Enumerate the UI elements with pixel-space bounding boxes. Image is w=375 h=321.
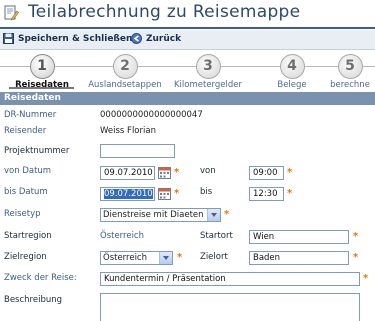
start-region-value: Österreich [100,231,144,241]
travel-type-value: Dienstreise mit Diaeten [103,210,204,220]
start-place-label: Startort [200,231,233,241]
step-number: 4 [279,54,305,79]
save-close-label: Speichern & Schließen [18,33,133,44]
step-label: berechne [330,80,370,90]
save-close-button[interactable]: Speichern & Schließen [3,33,132,44]
back-label: Zurück [146,33,182,44]
chevron-down-icon [207,209,220,221]
target-region-value: Österreich [103,253,147,263]
project-number-label: Projektnummer [4,146,70,156]
traveler-label: Reisender [4,126,47,136]
step-wizard: 1 Reisedaten 2 Auslandsetappen 3 Kilomet… [0,51,375,90]
required-marker: * [287,188,293,199]
section-header: Reisedaten [0,92,375,105]
required-marker: * [224,209,230,220]
step-number: 3 [195,54,221,79]
step-label: Kilometergelder [173,80,243,90]
step-number: 1 [29,54,55,79]
project-number-input[interactable] [100,144,175,158]
from-time-input[interactable]: 09:00 [249,166,284,180]
active-step-indicator [9,87,74,89]
step-label: Auslandsetappen [88,80,162,90]
description-textarea[interactable] [100,293,360,321]
travel-type-label: Reisetyp [4,209,41,219]
step-number: 2 [112,54,138,79]
title-bar: Teilabrechnung zu Reisemappe [0,0,375,27]
back-arrow-icon [131,33,142,44]
to-date-input[interactable]: 09.07.2010 [100,187,155,201]
required-marker: * [353,252,359,263]
to-time-label: bis [200,187,213,197]
target-region-label: Zielregion [4,252,47,262]
toolbar: Speichern & Schließen Zurück [0,30,375,50]
travel-type-select[interactable]: Dienstreise mit Diaeten [100,208,221,222]
edit-document-icon [4,5,19,21]
dr-number-label: DR-Nummer [4,110,57,120]
to-date-value: 09.07.2010 [104,189,153,199]
step-kilometergelder[interactable]: 3 Kilometergelder [168,51,248,90]
trip-purpose-label: Zweck der Reise: [4,273,77,283]
trip-purpose-input[interactable]: Kundentermin / Präsentation [100,272,360,286]
chevron-down-icon [159,252,172,264]
required-marker: * [177,252,183,263]
traveler-value: Weiss Florian [100,126,156,136]
from-date-value: 09.07.2010 [104,168,153,178]
from-date-input[interactable]: 09.07.2010 [100,166,155,180]
calendar-icon[interactable] [158,167,171,179]
floppy-disk-icon [3,33,14,44]
from-time-label: von [200,166,216,176]
step-reisedaten[interactable]: 1 Reisedaten [2,51,82,90]
page-title: Teilabrechnung zu Reisemappe [28,2,301,22]
step-auslandsetappen[interactable]: 2 Auslandsetappen [85,51,165,90]
step-number: 5 [337,54,363,79]
required-marker: * [174,188,180,199]
target-place-input[interactable]: Baden [249,251,349,265]
start-region-label: Startregion [4,231,52,241]
required-marker: * [363,273,369,284]
title-divider [0,27,375,29]
required-marker: * [353,231,359,242]
from-date-label: von Datum [4,166,52,176]
to-time-input[interactable]: 12:30 [249,187,284,201]
calendar-icon[interactable] [158,188,171,200]
dr-number-value: 0000000000000000047 [100,110,203,120]
description-label: Beschreibung [4,295,63,305]
step-berechnen[interactable]: 5 berechne [320,51,375,90]
required-marker: * [174,167,180,178]
start-place-input[interactable]: Wien [249,230,349,244]
back-button[interactable]: Zurück [131,33,181,44]
required-marker: * [287,167,293,178]
target-place-label: Zielort [200,252,228,262]
to-date-label: bis Datum [4,187,48,197]
target-region-select[interactable]: Österreich [100,251,173,265]
